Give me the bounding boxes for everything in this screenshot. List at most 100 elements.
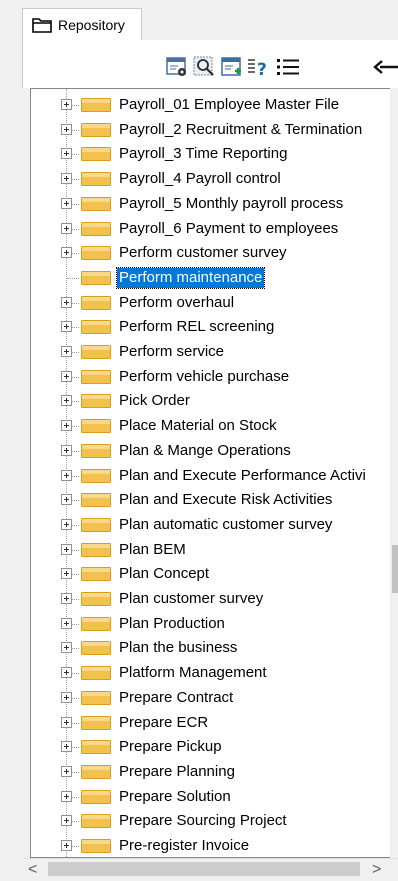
- expand-icon[interactable]: [61, 247, 72, 259]
- expand-icon[interactable]: [61, 197, 72, 209]
- expand-icon[interactable]: [61, 790, 72, 802]
- vertical-scroll-thumb[interactable]: [392, 545, 398, 593]
- expand-icon[interactable]: [61, 617, 72, 629]
- tree-item[interactable]: Prepare Sourcing Project: [31, 809, 398, 833]
- tree-item[interactable]: Plan Production: [31, 612, 398, 636]
- expand-icon[interactable]: [61, 716, 72, 728]
- properties-icon[interactable]: [164, 54, 190, 80]
- expand-icon[interactable]: [61, 346, 72, 357]
- arrow-icon[interactable]: [372, 54, 398, 80]
- tree-item[interactable]: Prepare Contract: [31, 686, 398, 710]
- tree-item[interactable]: Prepare Pickup: [31, 735, 398, 759]
- tree-item-label: Prepare Planning: [119, 762, 235, 780]
- tree-item[interactable]: Payroll_5 Monthly payroll process: [31, 192, 398, 216]
- tree-item[interactable]: Prepare Solution: [31, 785, 398, 809]
- tree-item-label: Plan BEM: [119, 540, 186, 558]
- search-icon[interactable]: [191, 54, 217, 80]
- expand-icon[interactable]: [61, 469, 72, 481]
- tree-item[interactable]: Perform overhaul: [31, 291, 398, 315]
- folder-icon: [81, 345, 111, 359]
- scroll-left-arrow[interactable]: <: [28, 861, 37, 879]
- tree-item[interactable]: Pick Order: [31, 389, 398, 413]
- new-item-icon[interactable]: [219, 54, 245, 80]
- expand-icon[interactable]: [61, 741, 72, 753]
- expand-icon[interactable]: [61, 123, 72, 135]
- folder-icon: [81, 517, 111, 532]
- tree-item[interactable]: Plan the business: [31, 636, 398, 660]
- tree-item[interactable]: Platform Management: [31, 661, 398, 685]
- tree-item[interactable]: Plan & Mange Operations: [31, 439, 398, 463]
- folder-icon: [81, 443, 111, 458]
- folder-icon: [81, 690, 111, 705]
- folder-icon: [81, 98, 111, 112]
- tree-item-label: Payroll_5 Monthly payroll process: [119, 194, 344, 212]
- tree-item[interactable]: Perform maintenance: [31, 266, 398, 290]
- scroll-right-arrow[interactable]: >: [372, 861, 381, 879]
- expand-icon[interactable]: [61, 518, 72, 530]
- folder-icon: [81, 740, 111, 755]
- tree-item[interactable]: Payroll_4 Payroll control: [31, 167, 398, 191]
- tree-item[interactable]: Prepare ECR: [31, 711, 398, 735]
- tree-item[interactable]: Payroll_2 Recruitment & Termination: [31, 118, 398, 142]
- expand-icon[interactable]: [61, 593, 72, 604]
- help-list-icon[interactable]: ?: [246, 54, 272, 80]
- folder-icon: [81, 320, 111, 335]
- folder-icon: [81, 592, 111, 606]
- folder-icon: [81, 641, 111, 656]
- expand-icon[interactable]: [61, 691, 72, 703]
- tree-item[interactable]: Payroll_01 Employee Master File: [31, 93, 398, 117]
- folder-icon: [81, 542, 111, 557]
- tree-item-label: Pre-register Invoice: [119, 837, 250, 854]
- expand-icon[interactable]: [61, 444, 72, 456]
- expand-icon[interactable]: [61, 222, 72, 234]
- folder-icon: [81, 246, 111, 261]
- tree-item[interactable]: Perform vehicle purchase: [31, 365, 398, 389]
- tree-item[interactable]: Pre-register Invoice: [31, 834, 398, 857]
- expand-icon[interactable]: [61, 568, 72, 580]
- folder-icon: [81, 567, 111, 582]
- tree-item-label: Prepare Sourcing Project: [119, 812, 287, 830]
- expand-icon[interactable]: [61, 840, 72, 851]
- folder-icon: [81, 196, 111, 211]
- tree-item[interactable]: Place Material on Stock: [31, 414, 398, 438]
- expand-icon[interactable]: [61, 494, 72, 506]
- horizontal-scroll-thumb[interactable]: [48, 862, 360, 876]
- tree-item[interactable]: Perform REL screening: [31, 315, 398, 339]
- list-view-icon[interactable]: [275, 54, 301, 80]
- tree-item[interactable]: Plan and Execute Risk Activities: [31, 488, 398, 512]
- expand-icon[interactable]: [61, 667, 72, 679]
- expand-icon[interactable]: [61, 765, 72, 777]
- svg-text:?: ?: [257, 60, 267, 79]
- tree-item[interactable]: Perform service: [31, 340, 398, 364]
- tree-item[interactable]: Payroll_3 Time Reporting: [31, 142, 398, 166]
- tree-item-label: Perform maintenance: [115, 266, 266, 289]
- folder-icon: [81, 419, 111, 434]
- tab-repository[interactable]: Repository: [22, 8, 142, 41]
- expand-icon[interactable]: [61, 543, 72, 555]
- tree-item-label: Perform REL screening: [119, 318, 275, 336]
- tree-item-label: Plan and Execute Performance Activi: [119, 466, 366, 484]
- tree-item[interactable]: Plan Concept: [31, 562, 398, 586]
- tree-item[interactable]: Plan customer survey: [31, 587, 398, 611]
- expand-icon[interactable]: [61, 321, 72, 333]
- tree-item[interactable]: Plan and Execute Performance Activi: [31, 464, 398, 488]
- expand-icon[interactable]: [61, 148, 72, 160]
- tree-item-label: Prepare Contract: [119, 688, 234, 706]
- expand-icon[interactable]: [61, 420, 72, 432]
- expand-icon[interactable]: [61, 296, 72, 308]
- tree-item[interactable]: Payroll_6 Payment to employees: [31, 217, 398, 241]
- tree-item[interactable]: Plan automatic customer survey: [31, 513, 398, 537]
- expand-icon[interactable]: [61, 815, 72, 827]
- folder-icon: [81, 295, 111, 310]
- tree-item[interactable]: Plan BEM: [31, 538, 398, 562]
- expand-icon[interactable]: [61, 642, 72, 654]
- tree-item[interactable]: Prepare Planning: [31, 760, 398, 784]
- vertical-scrollbar[interactable]: [390, 88, 398, 858]
- expand-icon[interactable]: [61, 99, 72, 110]
- tree-item[interactable]: Perform customer survey: [31, 241, 398, 265]
- tree-item-label: Payroll_3 Time Reporting: [119, 145, 288, 163]
- expand-icon[interactable]: [61, 395, 72, 407]
- expand-icon[interactable]: [61, 173, 72, 185]
- folder-icon: [81, 172, 111, 187]
- expand-icon[interactable]: [61, 370, 72, 382]
